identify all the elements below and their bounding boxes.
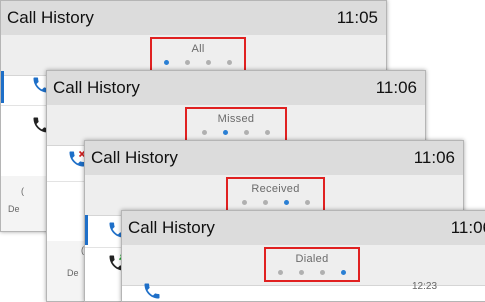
screen-title: Call History	[91, 148, 178, 167]
page-dot	[185, 60, 190, 65]
call-history-screen-dialed: Call History 11:06 Dialed 12:23	[121, 210, 485, 302]
clock: 11:06	[413, 148, 455, 167]
filter-tab-received[interactable]: Received	[226, 177, 325, 212]
page-dot	[299, 270, 304, 275]
page-dot	[283, 200, 289, 205]
softkey-label-partial[interactable]: De	[67, 268, 79, 278]
page-dot	[227, 60, 232, 65]
selection-indicator	[1, 71, 4, 103]
page-dot	[304, 200, 310, 205]
title-bar: Call History 11:05	[1, 1, 386, 35]
filter-tab-dialed[interactable]: Dialed	[264, 247, 360, 282]
filter-label: All	[191, 43, 205, 55]
page-dot	[244, 130, 249, 135]
screen-title: Call History	[7, 8, 94, 27]
page-indicator	[266, 270, 358, 276]
page-indicator	[187, 130, 285, 136]
page-dot	[262, 200, 268, 205]
title-bar: Call History 11:06	[47, 71, 425, 105]
page-dot	[320, 270, 325, 275]
page-indicator	[152, 60, 244, 66]
page-dot	[241, 200, 247, 205]
clock: 11:06	[450, 218, 485, 237]
page-dot	[206, 60, 211, 65]
page-dot	[223, 130, 228, 135]
page-indicator	[228, 200, 323, 206]
filter-label: Dialed	[295, 253, 329, 265]
softkey-icon-partial: (	[21, 186, 24, 196]
filter-tab-missed[interactable]: Missed	[185, 107, 287, 142]
screen-title: Call History	[53, 78, 140, 97]
filter-label: Missed	[217, 113, 255, 125]
filter-bar: Dialed	[122, 245, 485, 286]
page-dot	[202, 130, 207, 135]
screen-title: Call History	[128, 218, 215, 237]
softkey-label-partial[interactable]: De	[8, 204, 20, 214]
page-dot	[164, 60, 169, 65]
title-bar: Call History 11:06	[122, 211, 485, 245]
selection-indicator	[85, 215, 88, 245]
page-dot	[265, 130, 270, 135]
page-dot	[341, 270, 346, 275]
clock: 11:05	[336, 8, 378, 27]
phone-dialed-icon	[144, 283, 160, 299]
page-dot	[278, 270, 283, 275]
filter-tab-all[interactable]: All	[150, 37, 246, 72]
title-bar: Call History 11:06	[85, 141, 463, 175]
clock: 11:06	[375, 78, 417, 97]
filter-label: Received	[251, 183, 300, 195]
